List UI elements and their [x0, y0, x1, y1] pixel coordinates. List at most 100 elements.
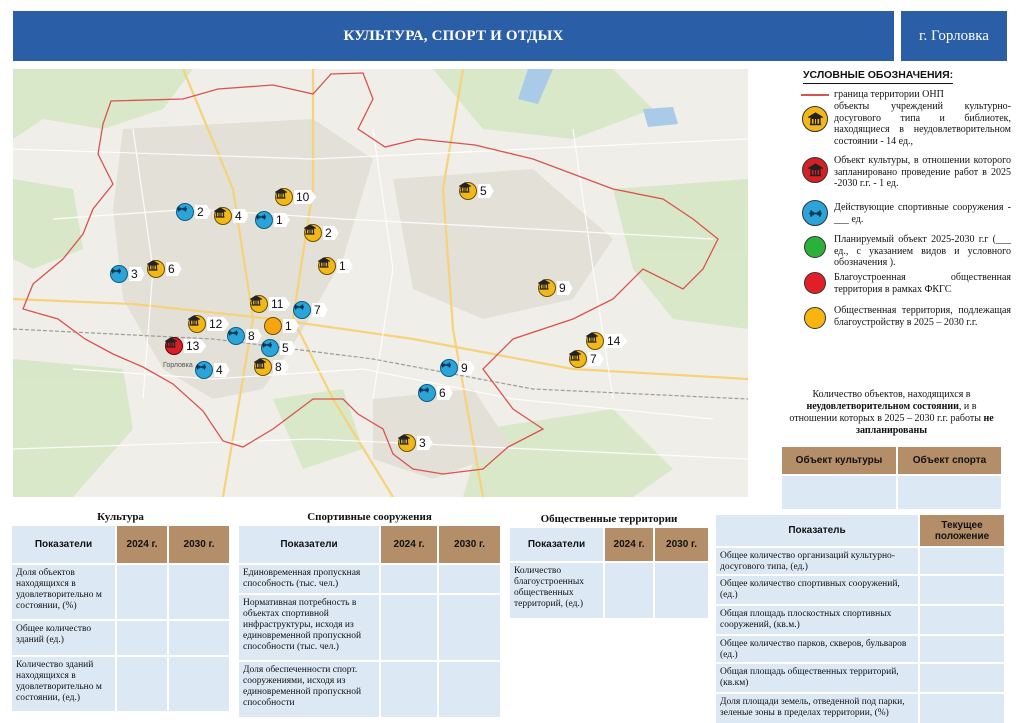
- culture-header-label: Показатели: [12, 526, 115, 563]
- culture-marker[interactable]: 14: [586, 332, 628, 350]
- public-territory-marker[interactable]: 1: [264, 317, 299, 335]
- sport-header-2030: 2030 г.: [439, 526, 500, 563]
- marker-number: 1: [283, 319, 299, 333]
- culture-marker[interactable]: 2: [304, 224, 339, 242]
- museum-icon: [250, 295, 268, 313]
- legend-text: Общественная территория, подлежащая благ…: [834, 305, 1011, 328]
- planned-object-icon: [804, 236, 826, 258]
- museum-icon: [459, 182, 477, 200]
- sport-marker[interactable]: 3: [110, 265, 145, 283]
- marker-number: 6: [437, 386, 453, 400]
- map-town-label: Горловка: [163, 362, 193, 369]
- improved-territory-icon: [804, 272, 826, 294]
- status-row-value[interactable]: [920, 576, 1004, 604]
- sport-row-2024[interactable]: [381, 595, 437, 660]
- status-row-label: Общее количество парков, скверов, бульва…: [716, 636, 918, 662]
- culture-alert-marker[interactable]: 13: [165, 337, 207, 355]
- culture-table-title: Культура: [97, 511, 144, 523]
- sport-marker[interactable]: 9: [440, 359, 475, 377]
- marker-number: 7: [588, 352, 604, 366]
- status-row-value[interactable]: [920, 548, 1004, 574]
- marker-number: 4: [214, 363, 230, 377]
- sport-row-2030[interactable]: [439, 565, 500, 593]
- public-row-2030[interactable]: [655, 563, 708, 618]
- marker-number: 8: [273, 360, 289, 374]
- museum-icon: [147, 260, 165, 278]
- culture-marker[interactable]: 4: [214, 207, 249, 225]
- culture-marker[interactable]: 1: [318, 257, 353, 275]
- museum-icon: [165, 337, 183, 355]
- museum-icon: [318, 257, 336, 275]
- status-row-value[interactable]: [920, 636, 1004, 662]
- culture-marker[interactable]: 12: [188, 315, 230, 333]
- unplanned-objects-table: Объект культуры Объект спорта: [782, 447, 1001, 509]
- legend-item-sport: Действующие спортивные сооружения - ___ …: [796, 200, 1011, 226]
- culture-row-2030[interactable]: [169, 621, 229, 655]
- museum-icon: [569, 350, 587, 368]
- sport-row-2030[interactable]: [439, 595, 500, 660]
- culture-marker[interactable]: 6: [147, 260, 182, 278]
- museum-icon: [254, 358, 272, 376]
- page-title: КУЛЬТУРА, СПОРТ И ОТДЫХ: [13, 11, 894, 61]
- culture-marker[interactable]: 3: [398, 434, 433, 452]
- marker-number: 5: [280, 341, 296, 355]
- culture-marker[interactable]: 9: [538, 279, 573, 297]
- sport-marker[interactable]: 2: [176, 203, 211, 221]
- status-row-label: Доля площади земель, отведенной под парк…: [716, 694, 918, 723]
- museum-icon: [304, 224, 322, 242]
- public-row-label: Количество благоустроенных общественных …: [510, 563, 603, 618]
- status-header-label: Показатель: [716, 515, 918, 546]
- sport-marker[interactable]: 4: [195, 361, 230, 379]
- status-row-label: Общая площадь плоскостных спортивных соо…: [716, 606, 918, 634]
- museum-icon: [214, 207, 232, 225]
- culture-row-2030[interactable]: [169, 565, 229, 619]
- culture-marker[interactable]: 8: [254, 358, 289, 376]
- legend-title: УСЛОВНЫЕ ОБОЗНАЧЕНИЯ:: [803, 69, 954, 81]
- sport-marker[interactable]: 1: [255, 211, 290, 229]
- museum-icon: [802, 106, 828, 132]
- city-map[interactable]: Горловка 10 4 2 1 2 1 5 3 6 11 7 12 1 8 …: [13, 69, 748, 497]
- sport-marker[interactable]: 5: [261, 339, 296, 357]
- sport-object-value[interactable]: [898, 476, 1001, 509]
- dumbbell-icon: [440, 359, 458, 377]
- marker-number: 2: [195, 205, 211, 219]
- public-row-2024[interactable]: [605, 563, 653, 618]
- marker-number: 1: [274, 213, 290, 227]
- culture-row-2024[interactable]: [117, 657, 167, 711]
- status-row-label: Общее количество спортивных сооружений, …: [716, 576, 918, 604]
- marker-number: 3: [129, 267, 145, 281]
- status-row-value[interactable]: [920, 606, 1004, 634]
- status-row-value[interactable]: [920, 664, 1004, 692]
- status-header-current: Текущее положение: [920, 515, 1004, 546]
- culture-marker[interactable]: 11: [250, 295, 291, 313]
- culture-header-2030: 2030 г.: [169, 526, 229, 563]
- status-row-label: Общая площадь общественных территорий, (…: [716, 664, 918, 692]
- sport-marker[interactable]: 6: [418, 384, 453, 402]
- culture-row-label: Общее количество зданий (ед.): [12, 621, 115, 655]
- legend-item-planned: Планируемый объект 2025-2030 г.г (___ ед…: [796, 234, 1011, 269]
- sport-table-title: Спортивные сооружения: [307, 511, 432, 523]
- dumbbell-icon: [418, 384, 436, 402]
- culture-object-value[interactable]: [782, 476, 896, 509]
- sport-header-label: Показатели: [239, 526, 379, 563]
- museum-icon: [538, 279, 556, 297]
- culture-marker[interactable]: 5: [459, 182, 494, 200]
- culture-row-2024[interactable]: [117, 621, 167, 655]
- sport-row-2024[interactable]: [381, 662, 437, 717]
- sport-row-2030[interactable]: [439, 662, 500, 717]
- legend-item-boundary: граница территории ОНП: [796, 89, 1011, 101]
- museum-icon: [275, 188, 293, 206]
- culture-marker[interactable]: 10: [275, 188, 317, 206]
- culture-row-2024[interactable]: [117, 565, 167, 619]
- legend-text: Объект культуры, в отношении которого за…: [834, 155, 1011, 189]
- culture-row-2030[interactable]: [169, 657, 229, 711]
- dumbbell-icon: [255, 211, 273, 229]
- sport-row-2024[interactable]: [381, 565, 437, 593]
- status-row-value[interactable]: [920, 694, 1004, 723]
- marker-number: 5: [478, 184, 494, 198]
- marker-number: 7: [312, 303, 328, 317]
- status-row-label: Общее количество организаций культурно-д…: [716, 548, 918, 574]
- culture-marker[interactable]: 7: [569, 350, 604, 368]
- sport-marker[interactable]: 8: [227, 327, 262, 345]
- dumbbell-icon: [176, 203, 194, 221]
